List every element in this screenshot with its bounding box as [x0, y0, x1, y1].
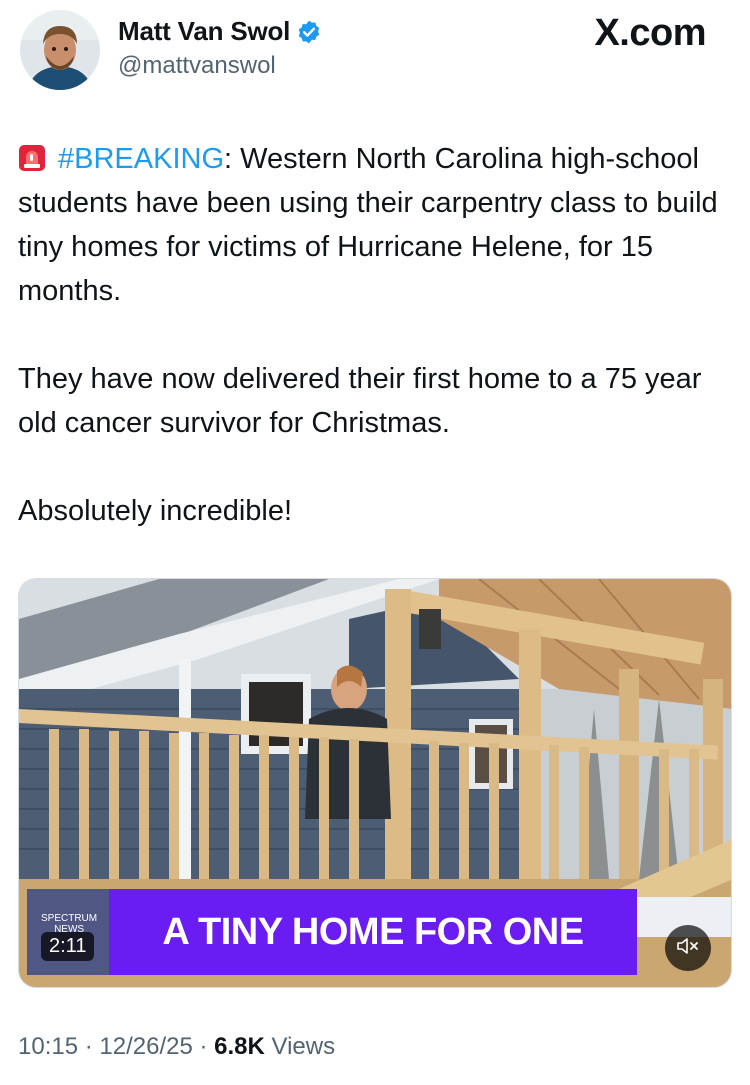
network-line-1: SPECTRUM [41, 913, 98, 924]
verified-badge-icon [296, 19, 322, 45]
hashtag-link[interactable]: #BREAKING [58, 143, 224, 175]
tweet-paragraph-2: They have now delivered their first home… [18, 363, 702, 439]
author-row: Matt Van Swol [118, 16, 322, 47]
display-name[interactable]: Matt Van Swol [118, 16, 290, 47]
post-time[interactable]: 10:15 [18, 1033, 78, 1060]
separator: · [192, 1033, 215, 1060]
rotating-light-icon [18, 141, 46, 171]
tweet-text: #BREAKING: Western North Carolina high-s… [18, 137, 732, 533]
avatar[interactable] [20, 10, 100, 90]
tweet-paragraph-3: Absolutely incredible! [18, 495, 293, 527]
brand-watermark: X.com [594, 12, 706, 54]
mute-button[interactable] [665, 925, 711, 971]
views-count: 6.8K [214, 1033, 265, 1060]
video-caption: A TINY HOME FOR ONE [109, 889, 637, 975]
video-player[interactable]: SPECTRUM NEWS A TINY HOME FOR ONE 2:11 [18, 578, 732, 988]
post-date[interactable]: 12/26/25 [99, 1033, 192, 1060]
separator: · [78, 1033, 100, 1060]
speaker-muted-icon [677, 937, 699, 960]
views-label: Views [264, 1033, 336, 1060]
tweet-metadata: 10:15 · 12/26/25 · 6.8K Views [18, 1033, 335, 1061]
user-handle[interactable]: @mattvanswol [118, 52, 276, 80]
video-duration: 2:11 [41, 932, 95, 961]
tweet-paragraph-1: #BREAKING: Western North Carolina high-s… [18, 137, 732, 313]
avatar-image [20, 10, 100, 90]
